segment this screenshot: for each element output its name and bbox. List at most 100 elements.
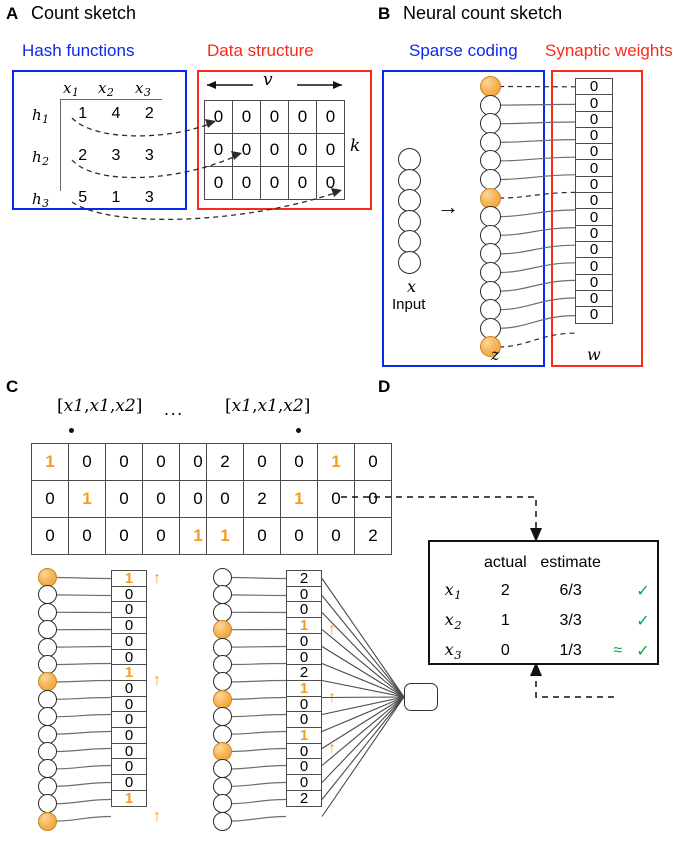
w-weight-cell: 0 [575, 224, 613, 243]
neuron-active[interactable] [213, 742, 232, 761]
readout-node[interactable] [404, 683, 438, 711]
weight-column: 100000100000001 [111, 570, 147, 807]
input-var-label: x [407, 277, 417, 296]
matrix-cell: 0 [142, 443, 180, 481]
neuron-inactive[interactable] [38, 637, 57, 657]
neuron-inactive[interactable] [480, 169, 501, 190]
estimate-approx-col [607, 549, 629, 576]
readout-connection [321, 696, 405, 817]
matrix-cell: 0 [31, 480, 69, 518]
weight-value-updated: 1 [124, 570, 134, 587]
neuron-inactive[interactable] [38, 724, 57, 744]
hash-arrows [71, 117, 342, 220]
weight-value-updated: 1 [124, 789, 134, 807]
w-weight-cell: 0 [575, 273, 613, 292]
neuron-inactive[interactable] [398, 250, 421, 274]
cell-check: ✓ [636, 643, 650, 660]
neuron-active[interactable] [38, 568, 57, 587]
neuron-active[interactable] [213, 689, 232, 709]
cell-approx [607, 606, 629, 636]
w-weight-cell: 0 [575, 159, 613, 178]
z-to-w-connectors [498, 85, 576, 348]
neuron-inactive[interactable] [213, 568, 232, 587]
matrix-cell: 0 [243, 517, 281, 555]
weight-cell: 0 [111, 695, 147, 713]
neuron-inactive[interactable] [213, 724, 232, 744]
matrix-cell: 0 [142, 480, 180, 518]
neuron-inactive[interactable] [480, 262, 501, 283]
readout-connection [321, 612, 405, 698]
row-var-x3: x3 [444, 640, 462, 662]
readout-connection [321, 696, 405, 766]
neuron-inactive[interactable] [38, 689, 57, 709]
neuron-active[interactable] [38, 811, 57, 831]
readout-connection [321, 578, 405, 698]
table-row: 2 0 0 1 0 [206, 443, 392, 481]
neuron-active[interactable] [480, 76, 501, 97]
cell-actual: 2 [500, 582, 510, 599]
neuron-inactive[interactable] [213, 655, 232, 674]
weight-cell: 0 [111, 774, 147, 792]
readout-to-table-connector [530, 662, 614, 698]
weight-cell: 1 [111, 664, 147, 682]
estimate-table: actual estimate x1 2 6/3 ✓ x2 1 3/3 ✓ x3… [430, 549, 657, 666]
matrix-cell: 0 [354, 443, 392, 481]
sparse-coding-label: Sparse coding [409, 41, 518, 60]
readout-connection [321, 696, 405, 699]
readout-fanin-lines [321, 578, 405, 817]
readout-connection [321, 696, 405, 749]
z-label: z [491, 345, 500, 364]
weight-cell: 1 [111, 570, 147, 587]
w-weight-cell: 0 [575, 208, 613, 226]
weight-increase-arrow-icon: ↑ [153, 671, 161, 689]
w-weight-cell: 0 [575, 192, 613, 210]
left-input-vector-label: [x1,x1,x2] [57, 396, 143, 416]
right-input-dot [296, 428, 301, 433]
cell-estimate: 3/3 [559, 612, 582, 629]
ellipsis: ... [164, 400, 184, 419]
neuron-inactive[interactable] [213, 776, 232, 796]
matrix-cell: 0 [68, 517, 106, 555]
left-input-dot [69, 428, 74, 433]
readout-connection [321, 595, 405, 698]
w-weight-cell: 0 [575, 289, 613, 308]
w-label: w [587, 345, 601, 364]
w-weight-cell: 0 [575, 240, 613, 259]
estimate-corner-cell [430, 549, 476, 576]
weight-cell: 0 [111, 711, 147, 729]
table-row: x3 0 1/3 ≈ ✓ [430, 636, 657, 666]
neuron-inactive[interactable] [38, 742, 57, 761]
weight-cell: 1 [111, 789, 147, 807]
estimate-result-box: actual estimate x1 2 6/3 ✓ x2 1 3/3 ✓ x3… [428, 540, 659, 665]
matrix-cell: 0 [206, 480, 244, 518]
neuron-inactive[interactable] [38, 776, 57, 796]
cell-check: ✓ [636, 613, 650, 630]
matrix-cell: 1 [317, 443, 355, 481]
matrix-cell: 0 [142, 517, 180, 555]
cell-actual: 0 [500, 642, 510, 659]
neuron-inactive[interactable] [398, 230, 421, 253]
neuron-inactive[interactable] [38, 602, 57, 622]
neuron-inactive[interactable] [213, 637, 232, 657]
weight-cell: 0 [111, 742, 147, 760]
neuron-inactive[interactable] [213, 811, 232, 831]
row-var-x1: x1 [444, 580, 462, 602]
estimate-check-col [629, 549, 657, 576]
neuron-inactive[interactable] [213, 602, 232, 622]
neuron-inactive[interactable] [38, 655, 57, 674]
cell-approx [607, 576, 629, 606]
matrix-cell: 0 [280, 443, 318, 481]
neuron-inactive[interactable] [398, 148, 421, 171]
matrix-cell: 1 [206, 517, 244, 555]
synaptic-weights-label: Synaptic weights [545, 41, 673, 60]
matrix-cell: 2 [206, 443, 244, 481]
neuron-inactive[interactable] [398, 189, 421, 212]
panel-b-letter: B [378, 4, 391, 23]
cell-estimate: 1/3 [559, 642, 582, 659]
left-learning-network: ↑ ↑ ↑ 1 0 0 0 0 0 1 0 0 0 0 0 0 0 1 [38, 568, 178, 840]
weight-cell: 0 [111, 617, 147, 635]
w-weight-cell: 0 [575, 94, 613, 112]
matrix-cell: 0 [280, 517, 318, 555]
cell-actual: 1 [500, 612, 510, 629]
right-input-vector-label: [x1,x1,x2] [225, 396, 311, 416]
